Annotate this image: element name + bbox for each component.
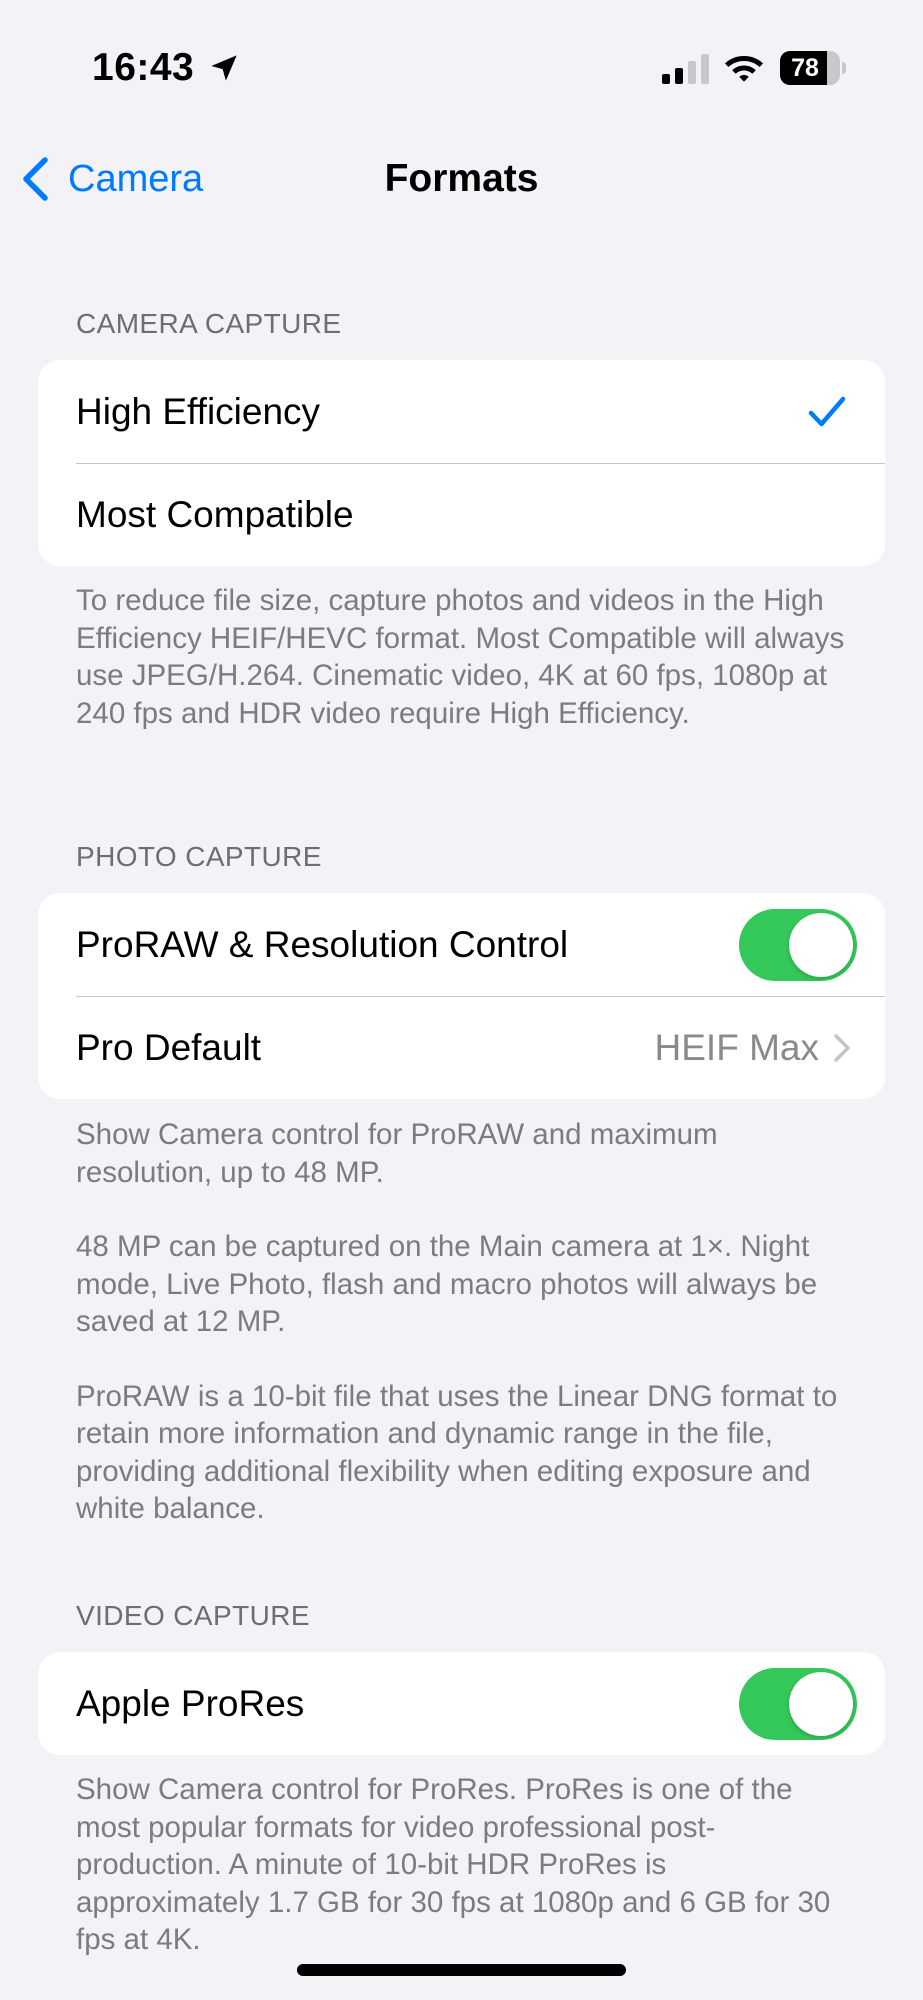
apple-prores-toggle[interactable] xyxy=(739,1667,857,1740)
navigation-bar: Camera Formats xyxy=(0,135,923,223)
video-capture-header: VIDEO CAPTURE xyxy=(76,1600,310,1631)
cellular-signal-icon xyxy=(662,54,709,84)
home-indicator xyxy=(297,1964,626,1976)
video-capture-group: Apple ProRes xyxy=(38,1652,885,1755)
proraw-resolution-row: ProRAW & Resolution Control xyxy=(38,893,885,996)
most-compatible-label: Most Compatible xyxy=(76,493,354,535)
video-capture-footer-text: Show Camera control for ProRes. ProRes i… xyxy=(76,1773,831,1956)
proraw-resolution-label: ProRAW & Resolution Control xyxy=(76,923,569,965)
photo-capture-footer-paragraph: Show Camera control for ProRAW and maxim… xyxy=(76,1118,718,1189)
page-title: Formats xyxy=(384,157,539,200)
camera-capture-footer-text: To reduce file size, capture photos and … xyxy=(76,584,845,730)
wifi-icon xyxy=(725,56,763,82)
photo-capture-header: PHOTO CAPTURE xyxy=(76,841,322,872)
high-efficiency-option[interactable]: High Efficiency xyxy=(38,360,885,463)
photo-capture-footer-paragraph: 48 MP can be captured on the Main camera… xyxy=(76,1230,818,1338)
camera-capture-group: High Efficiency Most Compatible xyxy=(38,360,885,566)
photo-capture-group: ProRAW & Resolution Control Pro Default … xyxy=(38,893,885,1099)
checkmark-icon xyxy=(808,396,846,426)
video-capture-footer: Show Camera control for ProRes. ProRes i… xyxy=(76,1771,856,1959)
pro-default-row[interactable]: Pro Default HEIF Max xyxy=(38,996,885,1099)
toggle-knob xyxy=(789,1671,853,1736)
battery-level: 78 xyxy=(791,54,819,82)
location-arrow-icon xyxy=(211,55,237,81)
apple-prores-row: Apple ProRes xyxy=(38,1652,885,1755)
status-time: 16:43 xyxy=(92,46,195,89)
most-compatible-option[interactable]: Most Compatible xyxy=(38,463,885,566)
toggle-knob xyxy=(789,912,853,977)
photo-capture-footer-paragraph: ProRAW is a 10-bit file that uses the Li… xyxy=(76,1379,838,1526)
pro-default-value: HEIF Max xyxy=(654,1026,819,1068)
battery-cap xyxy=(842,62,846,74)
chevron-right-icon xyxy=(834,1033,850,1062)
camera-capture-header: CAMERA CAPTURE xyxy=(76,308,342,339)
battery-icon: 78 xyxy=(780,51,846,85)
status-bar: 16:43 78 xyxy=(0,0,923,135)
battery-body: 78 xyxy=(780,51,840,85)
photo-capture-footer: Show Camera control for ProRAW and maxim… xyxy=(76,1116,856,1528)
apple-prores-label: Apple ProRes xyxy=(76,1682,305,1724)
proraw-resolution-toggle[interactable] xyxy=(739,908,857,981)
pro-default-label: Pro Default xyxy=(76,1026,262,1068)
camera-capture-footer: To reduce file size, capture photos and … xyxy=(76,582,856,732)
high-efficiency-label: High Efficiency xyxy=(76,390,321,432)
